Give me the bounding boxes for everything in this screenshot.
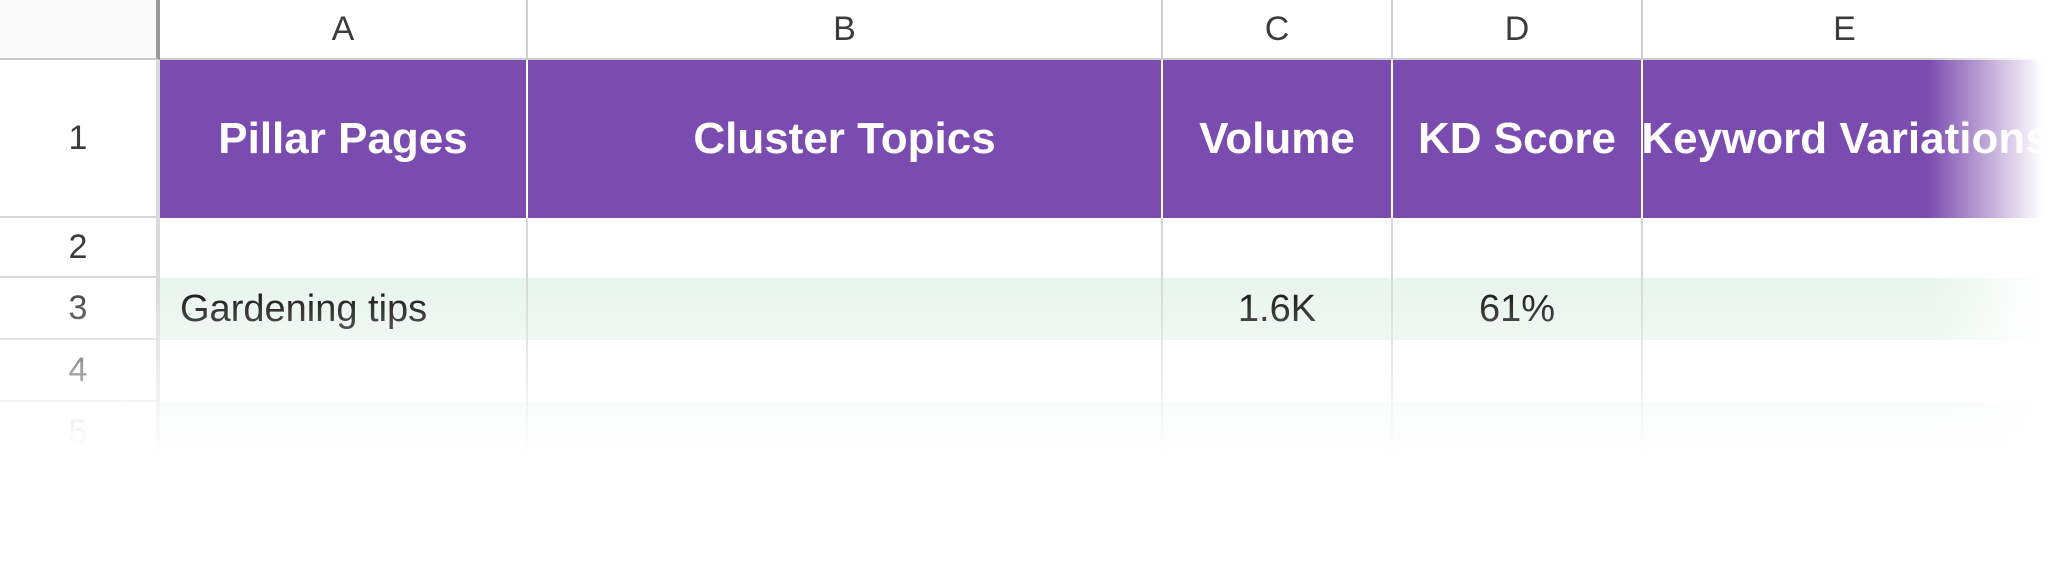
column-header-B[interactable]: B	[528, 0, 1163, 60]
cell-B3[interactable]	[528, 278, 1163, 340]
row-header-1[interactable]: 1	[0, 60, 160, 218]
cell-E1[interactable]: Keyword Variations	[1643, 60, 2048, 218]
cell-C3[interactable]: 1.6K	[1163, 278, 1393, 340]
spreadsheet-grid: A B C D E 1 Pillar Pages Cluster Topics …	[0, 0, 2048, 464]
column-header-D[interactable]: D	[1393, 0, 1643, 60]
row-header-2[interactable]: 2	[0, 218, 160, 278]
cell-D1[interactable]: KD Score	[1393, 60, 1643, 218]
select-all-corner[interactable]	[0, 0, 160, 60]
column-header-A[interactable]: A	[160, 0, 528, 60]
cell-B5[interactable]	[528, 402, 1163, 464]
table-row: 3 Gardening tips 1.6K 61%	[0, 278, 2048, 340]
table-row: 1 Pillar Pages Cluster Topics Volume KD …	[0, 60, 2048, 218]
row-header-3[interactable]: 3	[0, 278, 160, 340]
cell-E3[interactable]	[1643, 278, 2048, 340]
cell-D3[interactable]: 61%	[1393, 278, 1643, 340]
cell-A1[interactable]: Pillar Pages	[160, 60, 528, 218]
column-header-E[interactable]: E	[1643, 0, 2048, 60]
table-row: 5	[0, 402, 2048, 464]
row-header-4[interactable]: 4	[0, 340, 160, 402]
cell-A2[interactable]	[160, 218, 528, 278]
cell-E2[interactable]	[1643, 218, 2048, 278]
cell-E4[interactable]	[1643, 340, 2048, 402]
cell-C1[interactable]: Volume	[1163, 60, 1393, 218]
cell-B2[interactable]	[528, 218, 1163, 278]
column-header-C[interactable]: C	[1163, 0, 1393, 60]
row-header-5[interactable]: 5	[0, 402, 160, 464]
table-row: 2	[0, 218, 2048, 278]
cell-C2[interactable]	[1163, 218, 1393, 278]
cell-A4[interactable]	[160, 340, 528, 402]
cell-E5[interactable]	[1643, 402, 2048, 464]
cell-A5[interactable]	[160, 402, 528, 464]
cell-C5[interactable]	[1163, 402, 1393, 464]
cell-C4[interactable]	[1163, 340, 1393, 402]
table-row: 4	[0, 340, 2048, 402]
cell-B4[interactable]	[528, 340, 1163, 402]
cell-D4[interactable]	[1393, 340, 1643, 402]
cell-B1[interactable]: Cluster Topics	[528, 60, 1163, 218]
cell-A3[interactable]: Gardening tips	[160, 278, 528, 340]
cell-D2[interactable]	[1393, 218, 1643, 278]
cell-D5[interactable]	[1393, 402, 1643, 464]
column-header-row: A B C D E	[0, 0, 2048, 60]
